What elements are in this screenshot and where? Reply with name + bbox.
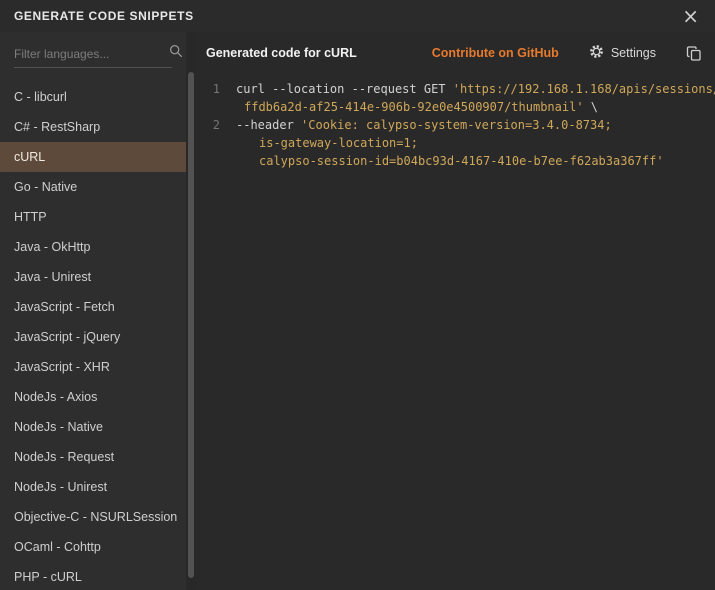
code-line: ffdb6a2d-af25-414e-906b-92e0e4500907/thu… <box>236 98 598 116</box>
sidebar-item-java-unirest[interactable]: Java - Unirest <box>0 262 186 292</box>
line-number <box>196 98 236 116</box>
settings-label: Settings <box>611 46 656 60</box>
sidebar-item-javascript-jquery[interactable]: JavaScript - jQuery <box>0 322 186 352</box>
dialog-header: GENERATE CODE SNIPPETS × <box>0 0 715 32</box>
sidebar-item-go-native[interactable]: Go - Native <box>0 172 186 202</box>
sidebar-item-nodejs-unirest[interactable]: NodeJs - Unirest <box>0 472 186 502</box>
sidebar-item-http[interactable]: HTTP <box>0 202 186 232</box>
close-icon[interactable]: × <box>680 6 701 26</box>
scrollbar-thumb[interactable] <box>188 72 194 578</box>
code-row: 2 --header 'Cookie: calypso-system-versi… <box>196 116 715 134</box>
panel-title: Generated code for cURL <box>206 46 357 60</box>
sidebar-item-javascript-xhr[interactable]: JavaScript - XHR <box>0 352 186 382</box>
contribute-on-github-link[interactable]: Contribute on GitHub <box>432 46 559 60</box>
generate-code-snippets-dialog: GENERATE CODE SNIPPETS × C - libcurl C# … <box>0 0 715 590</box>
code-token: \ <box>584 100 598 114</box>
code-line: calypso-session-id=b04bc93d-4167-410e-b7… <box>236 152 664 170</box>
sidebar-scrollbar[interactable] <box>186 32 196 590</box>
panel-actions: Contribute on GitHub Settings <box>432 44 703 62</box>
filter-languages-input[interactable] <box>14 45 169 63</box>
code-token: calypso-session-id=b04bc93d-4167-410e-b7… <box>259 154 664 168</box>
sidebar-item-csharp-restsharp[interactable]: C# - RestSharp <box>0 112 186 142</box>
sidebar-item-curl[interactable]: cURL <box>0 142 186 172</box>
language-sidebar: C - libcurl C# - RestSharp cURL Go - Nat… <box>0 32 186 590</box>
sidebar-item-php-curl[interactable]: PHP - cURL <box>0 562 186 590</box>
line-number <box>196 152 236 170</box>
code-panel: Generated code for cURL Contribute on Gi… <box>196 32 715 590</box>
copy-icon[interactable] <box>686 45 703 62</box>
code-row: ffdb6a2d-af25-414e-906b-92e0e4500907/thu… <box>196 98 715 116</box>
code-line: --header 'Cookie: calypso-system-version… <box>236 116 612 134</box>
sidebar-item-ocaml-cohttp[interactable]: OCaml - Cohttp <box>0 532 186 562</box>
code-row: calypso-session-id=b04bc93d-4167-410e-b7… <box>196 152 715 170</box>
code-panel-header: Generated code for cURL Contribute on Gi… <box>196 32 715 74</box>
code-block: 1 curl --location --request GET 'https:/… <box>196 74 715 590</box>
code-line: is-gateway-location=1; <box>236 134 418 152</box>
line-number: 2 <box>196 116 236 134</box>
sidebar-item-java-okhttp[interactable]: Java - OkHttp <box>0 232 186 262</box>
code-token: 'https://192.168.1.168/apis/sessions/ <box>453 82 715 96</box>
sidebar-item-javascript-fetch[interactable]: JavaScript - Fetch <box>0 292 186 322</box>
code-row: is-gateway-location=1; <box>196 134 715 152</box>
language-list: C - libcurl C# - RestSharp cURL Go - Nat… <box>0 82 186 590</box>
code-row: 1 curl --location --request GET 'https:/… <box>196 80 715 98</box>
sidebar-item-c-libcurl[interactable]: C - libcurl <box>0 82 186 112</box>
code-token: 'Cookie: calypso-system-version=3.4.0-87… <box>301 118 612 132</box>
settings-button[interactable]: Settings <box>589 44 656 62</box>
search-icon <box>169 44 183 63</box>
sidebar-item-objective-c-nsurlsession[interactable]: Objective-C - NSURLSession <box>0 502 186 532</box>
filter-box <box>14 44 172 68</box>
gear-icon <box>589 44 604 62</box>
code-line: curl --location --request GET 'https://1… <box>236 80 715 98</box>
dialog-title: GENERATE CODE SNIPPETS <box>14 9 194 23</box>
code-token: is-gateway-location=1; <box>259 136 418 150</box>
sidebar-item-nodejs-axios[interactable]: NodeJs - Axios <box>0 382 186 412</box>
code-token: --header <box>236 118 301 132</box>
dialog-body: C - libcurl C# - RestSharp cURL Go - Nat… <box>0 32 715 590</box>
sidebar-item-nodejs-request[interactable]: NodeJs - Request <box>0 442 186 472</box>
code-token: ffdb6a2d-af25-414e-906b-92e0e4500907/thu… <box>244 100 584 114</box>
line-number <box>196 134 236 152</box>
code-token: curl --location --request GET <box>236 82 453 96</box>
sidebar-item-nodejs-native[interactable]: NodeJs - Native <box>0 412 186 442</box>
line-number: 1 <box>196 80 236 98</box>
